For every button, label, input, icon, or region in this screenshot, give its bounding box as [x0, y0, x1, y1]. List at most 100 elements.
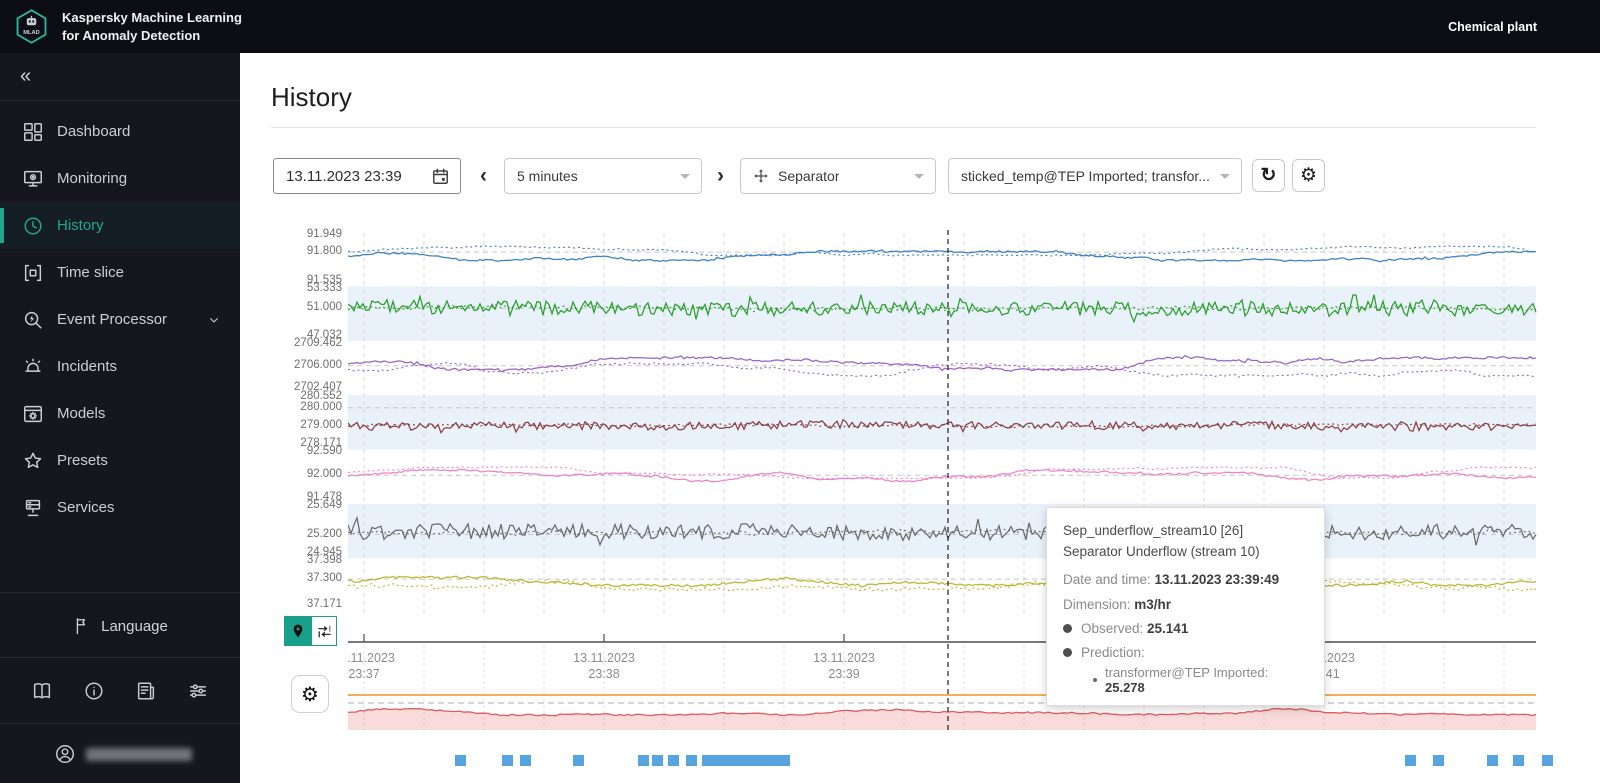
app-title: Kaspersky Machine Learning for Anomaly D… — [62, 9, 242, 45]
tooltip-observed: Observed: 25.141 — [1063, 621, 1308, 636]
user-email-redacted — [86, 747, 192, 761]
language-button[interactable]: Language — [0, 609, 240, 643]
event-marker[interactable] — [502, 755, 513, 766]
y-axis-tick-label: 37.300 — [306, 572, 342, 585]
event-marker[interactable] — [713, 755, 724, 766]
prev-interval-button[interactable]: ‹ — [480, 160, 487, 192]
divider — [0, 723, 240, 724]
event-marker[interactable] — [455, 755, 466, 766]
chevron-down-icon — [206, 312, 222, 328]
settings-icon[interactable] — [187, 680, 209, 702]
event-marker[interactable] — [638, 755, 649, 766]
sidebar-item-dashboard[interactable]: Dashboard — [0, 108, 240, 155]
about-icon[interactable] — [83, 680, 105, 702]
active-indicator — [0, 396, 4, 431]
active-indicator — [0, 349, 4, 384]
series-observed — [348, 354, 1537, 373]
timeslice-icon — [22, 262, 44, 284]
divider — [271, 127, 1536, 128]
reports-icon[interactable] — [135, 680, 157, 702]
event-marker[interactable] — [1487, 755, 1498, 766]
refresh-button[interactable]: ↻ — [1252, 159, 1285, 192]
calendar-icon[interactable] — [431, 167, 450, 186]
active-indicator — [0, 302, 4, 337]
sidebar-item-label: Time slice — [57, 264, 124, 281]
sidebar-item-history[interactable]: History — [0, 202, 240, 249]
event-marker[interactable] — [702, 755, 713, 766]
event-marker[interactable] — [779, 755, 790, 766]
event-marker[interactable] — [1542, 755, 1553, 766]
bullet-icon — [1093, 678, 1097, 682]
datetime-input[interactable]: 13.11.2023 23:39 — [273, 158, 461, 194]
sidebar: « Dashboard Monitoring History Time slice Ev… — [0, 53, 240, 783]
plant-name: Chemical plant — [1448, 19, 1537, 34]
event-marker[interactable] — [746, 755, 757, 766]
sidebar-collapse-button[interactable]: « — [20, 65, 31, 88]
group-select[interactable]: Separator — [740, 158, 936, 194]
sidebar-item-models[interactable]: Models — [0, 390, 240, 437]
pin-mode-button[interactable] — [285, 617, 311, 645]
incidents-icon — [22, 356, 44, 378]
sidebar-item-presets[interactable]: Presets — [0, 437, 240, 484]
app-header: MLAD Kaspersky Machine Learning for Anom… — [0, 0, 1600, 53]
x-axis-label: 13.11.2023 23:39 — [813, 651, 875, 681]
group-value: Separator — [778, 168, 840, 184]
sidebar-item-label: Event Processor — [57, 311, 168, 328]
event-processor-icon — [22, 309, 44, 331]
event-marker[interactable] — [668, 755, 679, 766]
event-marker[interactable] — [1405, 755, 1416, 766]
y-axis-tick-label: 92.000 — [306, 468, 342, 481]
y-axis-tick-label: 2709.462 — [294, 336, 342, 349]
app-title-line1: Kaspersky Machine Learning — [62, 9, 242, 25]
event-marker[interactable] — [1513, 755, 1524, 766]
swap-arrows-icon — [317, 625, 331, 637]
x-axis-label: 13.11.202323:37 — [348, 651, 395, 681]
sidebar-item-services[interactable]: Services — [0, 484, 240, 531]
event-marker[interactable] — [757, 755, 768, 766]
sidebar-item-label: Models — [57, 405, 106, 422]
sidebar-nav: Dashboard Monitoring History Time slice Even… — [0, 108, 240, 531]
event-marker[interactable] — [652, 755, 663, 766]
divider — [0, 657, 240, 658]
chart-mode-toggle — [284, 616, 337, 646]
app-logo[interactable]: MLAD — [0, 8, 62, 45]
event-marker[interactable] — [520, 755, 531, 766]
interval-select[interactable]: 5 minutes — [504, 158, 702, 194]
history-chart-svg — [348, 230, 1553, 766]
event-marker[interactable] — [724, 755, 735, 766]
gear-icon: ⚙ — [301, 683, 319, 706]
datetime-value: 13.11.2023 23:39 — [286, 167, 402, 185]
services-icon — [22, 497, 44, 519]
chart-settings-button[interactable]: ⚙ — [1292, 159, 1325, 192]
active-indicator — [0, 490, 4, 525]
svg-text:MLAD: MLAD — [23, 30, 40, 36]
tooltip-prediction: Prediction: — [1063, 645, 1308, 660]
sidebar-item-label: Monitoring — [57, 170, 128, 187]
sidebar-item-label: Dashboard — [57, 123, 131, 140]
user-account[interactable] — [0, 739, 240, 769]
range-mode-button[interactable] — [311, 617, 336, 645]
sidebar-item-time-slice[interactable]: Time slice — [0, 249, 240, 296]
tooltip-datetime: Date and time: 13.11.2023 23:39:49 — [1063, 572, 1280, 587]
sidebar-item-monitoring[interactable]: Monitoring — [0, 155, 240, 202]
event-marker[interactable] — [1433, 755, 1444, 766]
manual-icon[interactable] — [31, 680, 53, 702]
event-marker[interactable] — [768, 755, 779, 766]
history-icon — [22, 215, 44, 237]
event-marker[interactable] — [573, 755, 584, 766]
chevron-down-icon — [680, 174, 690, 179]
next-interval-button[interactable]: › — [717, 160, 724, 192]
sidebar-item-incidents[interactable]: Incidents — [0, 343, 240, 390]
event-marker[interactable] — [686, 755, 697, 766]
chart-plot-area[interactable]: 13.11.202323:37 13.11.202323:38 13.11.2023… — [348, 225, 1600, 783]
flag-icon — [72, 616, 92, 636]
sidebar-item-event-processor[interactable]: Event Processor — [0, 296, 240, 343]
y-axis-tick-label: 92.590 — [306, 445, 342, 458]
divider — [0, 100, 240, 101]
strip-settings-button[interactable]: ⚙ — [291, 675, 329, 713]
interval-value: 5 minutes — [517, 168, 578, 184]
language-label: Language — [101, 617, 168, 635]
active-indicator — [0, 255, 4, 290]
preset-select[interactable]: sticked_temp@TEP Imported; transfor... — [948, 158, 1242, 194]
event-marker[interactable] — [735, 755, 746, 766]
